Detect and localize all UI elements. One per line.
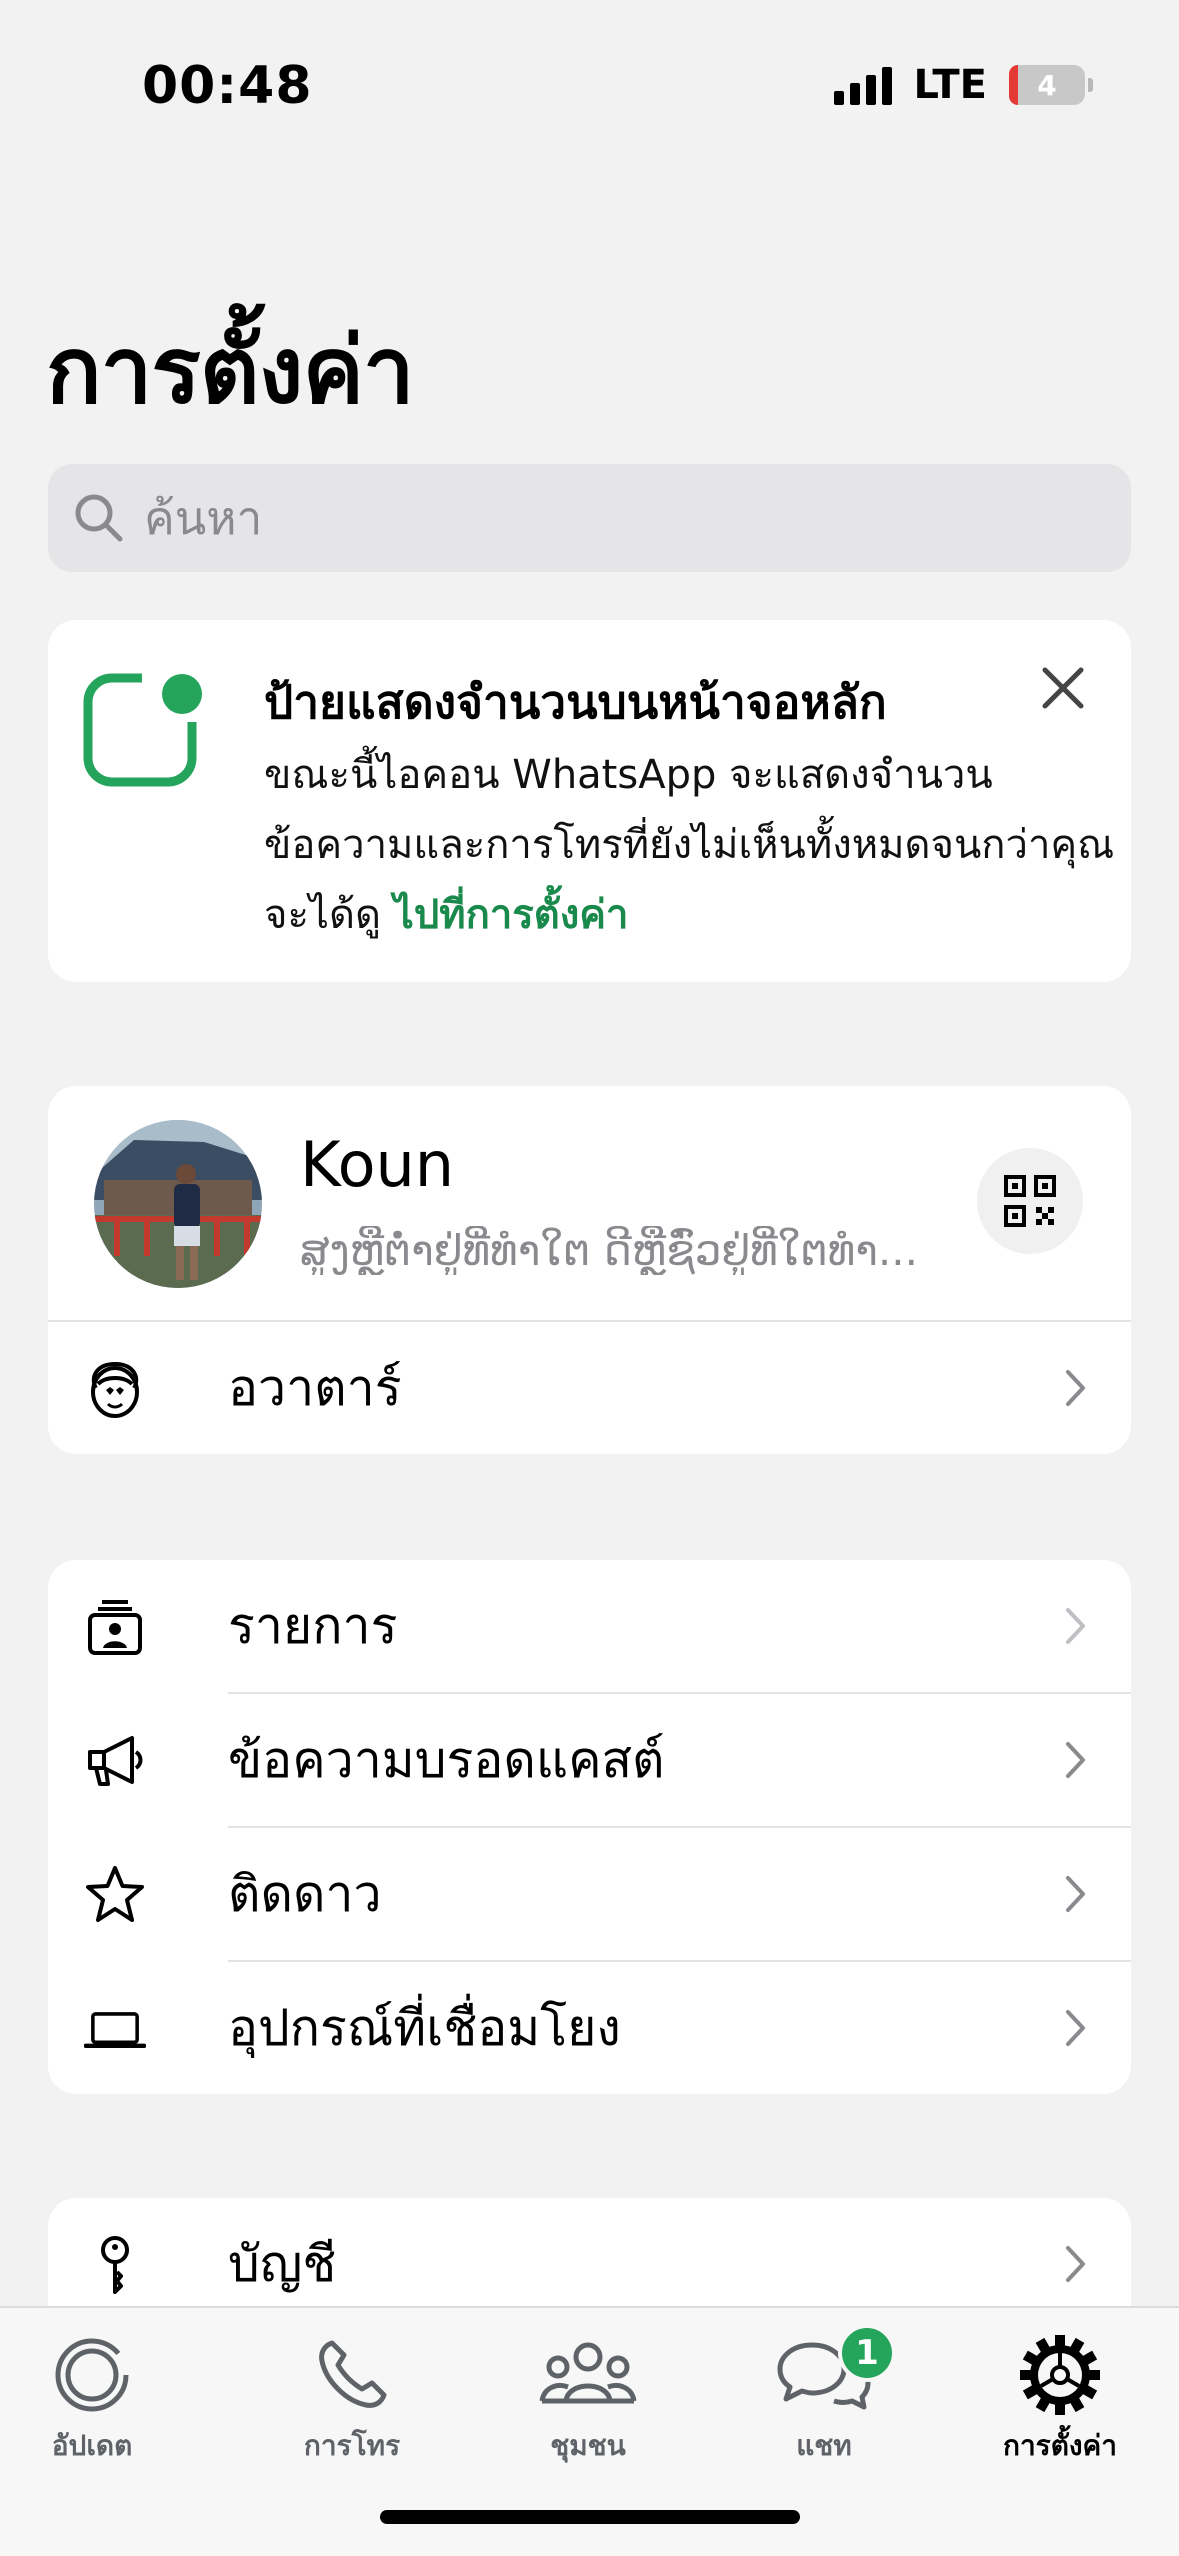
- badge-notice-card: ป้ายแสดงจำนวนบนหน้าจอหลัก ขณะนี้ไอคอน Wh…: [48, 620, 1131, 982]
- star-icon: [86, 1866, 144, 1922]
- communities-icon: [539, 2342, 637, 2404]
- app-badge-icon: [83, 662, 212, 787]
- tab-settings[interactable]: การตั้งค่า: [960, 2330, 1160, 2468]
- starred-row[interactable]: ติดดาว: [48, 1828, 1131, 1960]
- notice-body: ขณะนี้ไอคอน WhatsApp จะแสดงจำนวนข้อความแ…: [264, 740, 1124, 950]
- settings-screen: 00:48 LTE 4 การตั้งค่า ป้ายแสดงจำนวนบนหน…: [0, 0, 1179, 2556]
- profile-row[interactable]: Koun ສູງຫຼືຕ່ຳຢູ່ທີ່ທຳໃຕ ດີຫຼືຊົ່ວຢູ່ທີ່…: [48, 1086, 1131, 1320]
- search-input[interactable]: [144, 491, 1044, 545]
- status-time: 00:48: [142, 56, 313, 116]
- megaphone-icon: [88, 1736, 143, 1786]
- network-type: LTE: [913, 62, 987, 108]
- tab-calls[interactable]: การโทร: [252, 2330, 452, 2468]
- profile-card: Koun ສູງຫຼືຕ່ຳຢູ່ທີ່ທຳໃຕ ດີຫຼືຊົ່ວຢູ່ທີ່…: [48, 1086, 1131, 1454]
- search-bar[interactable]: [48, 464, 1131, 572]
- avatar-row[interactable]: อวาตาร์: [48, 1322, 1131, 1454]
- battery-level: 4: [1037, 68, 1057, 102]
- updates-icon: [55, 2338, 129, 2412]
- key-icon: [101, 2236, 129, 2294]
- account-label: บัญชี: [228, 2234, 337, 2293]
- go-to-settings-link[interactable]: ไปที่การตั้งค่า: [394, 892, 629, 938]
- lists-icon: [88, 1600, 142, 1655]
- tab-calls-label: การโทร: [303, 2429, 401, 2462]
- settings-list-tools: รายการ ข้อความบรอดแคสต์ ติดดาว อุปกรณ์ที…: [48, 1560, 1131, 2094]
- unread-badge: 1: [838, 2324, 896, 2382]
- settings-gear-icon: [1020, 2335, 1100, 2415]
- chevron-right-icon: [1066, 2246, 1085, 2282]
- chevron-right-icon: [1066, 1370, 1085, 1406]
- laptop-icon: [84, 2012, 146, 2049]
- signal-icon: [833, 65, 892, 105]
- page-title: การตั้งค่า: [46, 317, 415, 424]
- status-indicators: LTE 4: [833, 62, 1093, 108]
- home-indicator[interactable]: [380, 2510, 800, 2524]
- tab-updates-label: อัปเดต: [51, 2429, 133, 2462]
- qr-code-button[interactable]: [977, 1148, 1083, 1254]
- tab-updates[interactable]: อัปเดต: [0, 2330, 192, 2468]
- avatar: [94, 1120, 262, 1288]
- chevron-right-icon: [1066, 1742, 1085, 1778]
- close-icon[interactable]: [1035, 660, 1091, 716]
- battery-icon: 4: [1009, 65, 1093, 105]
- phone-icon: [319, 2340, 387, 2408]
- chevron-right-icon: [1066, 2010, 1085, 2046]
- search-icon: [75, 494, 123, 542]
- profile-name: Koun: [300, 1128, 455, 1201]
- chevron-right-icon: [1066, 1876, 1085, 1912]
- tab-settings-label: การตั้งค่า: [1002, 2429, 1118, 2462]
- profile-status: ສູງຫຼືຕ່ຳຢູ່ທີ່ທຳໃຕ ດີຫຼືຊົ່ວຢູ່ທີ່ໃຕທຳ.…: [300, 1226, 918, 1275]
- linked-devices-label: อุปกรณ์ที่เชื่อมโยง: [228, 1998, 621, 2057]
- tab-communities-label: ชุมชน: [550, 2429, 626, 2462]
- avatar-face-icon: [91, 1361, 139, 1418]
- tab-chats[interactable]: 1 แชท: [724, 2324, 924, 2468]
- lists-row[interactable]: รายการ: [48, 1560, 1131, 1692]
- linked-devices-row[interactable]: อุปกรณ์ที่เชื่อมโยง: [48, 1962, 1131, 2094]
- broadcast-row[interactable]: ข้อความบรอดแคสต์: [48, 1694, 1131, 1826]
- avatar-label: อวาตาร์: [228, 1358, 402, 1417]
- tab-chats-label: แชท: [796, 2429, 852, 2462]
- broadcast-label: ข้อความบรอดแคสต์: [228, 1730, 665, 1789]
- notice-text: ขณะนี้ไอคอน WhatsApp จะแสดงจำนวนข้อความแ…: [264, 752, 1115, 938]
- chevron-right-icon: [1066, 1608, 1085, 1644]
- qr-code-icon: [1004, 1175, 1056, 1227]
- lists-label: รายการ: [228, 1596, 398, 1655]
- starred-label: ติดดาว: [228, 1864, 382, 1923]
- notice-title: ป้ายแสดงจำนวนบนหน้าจอหลัก: [264, 675, 887, 729]
- tab-communities[interactable]: ชุมชน: [488, 2330, 688, 2468]
